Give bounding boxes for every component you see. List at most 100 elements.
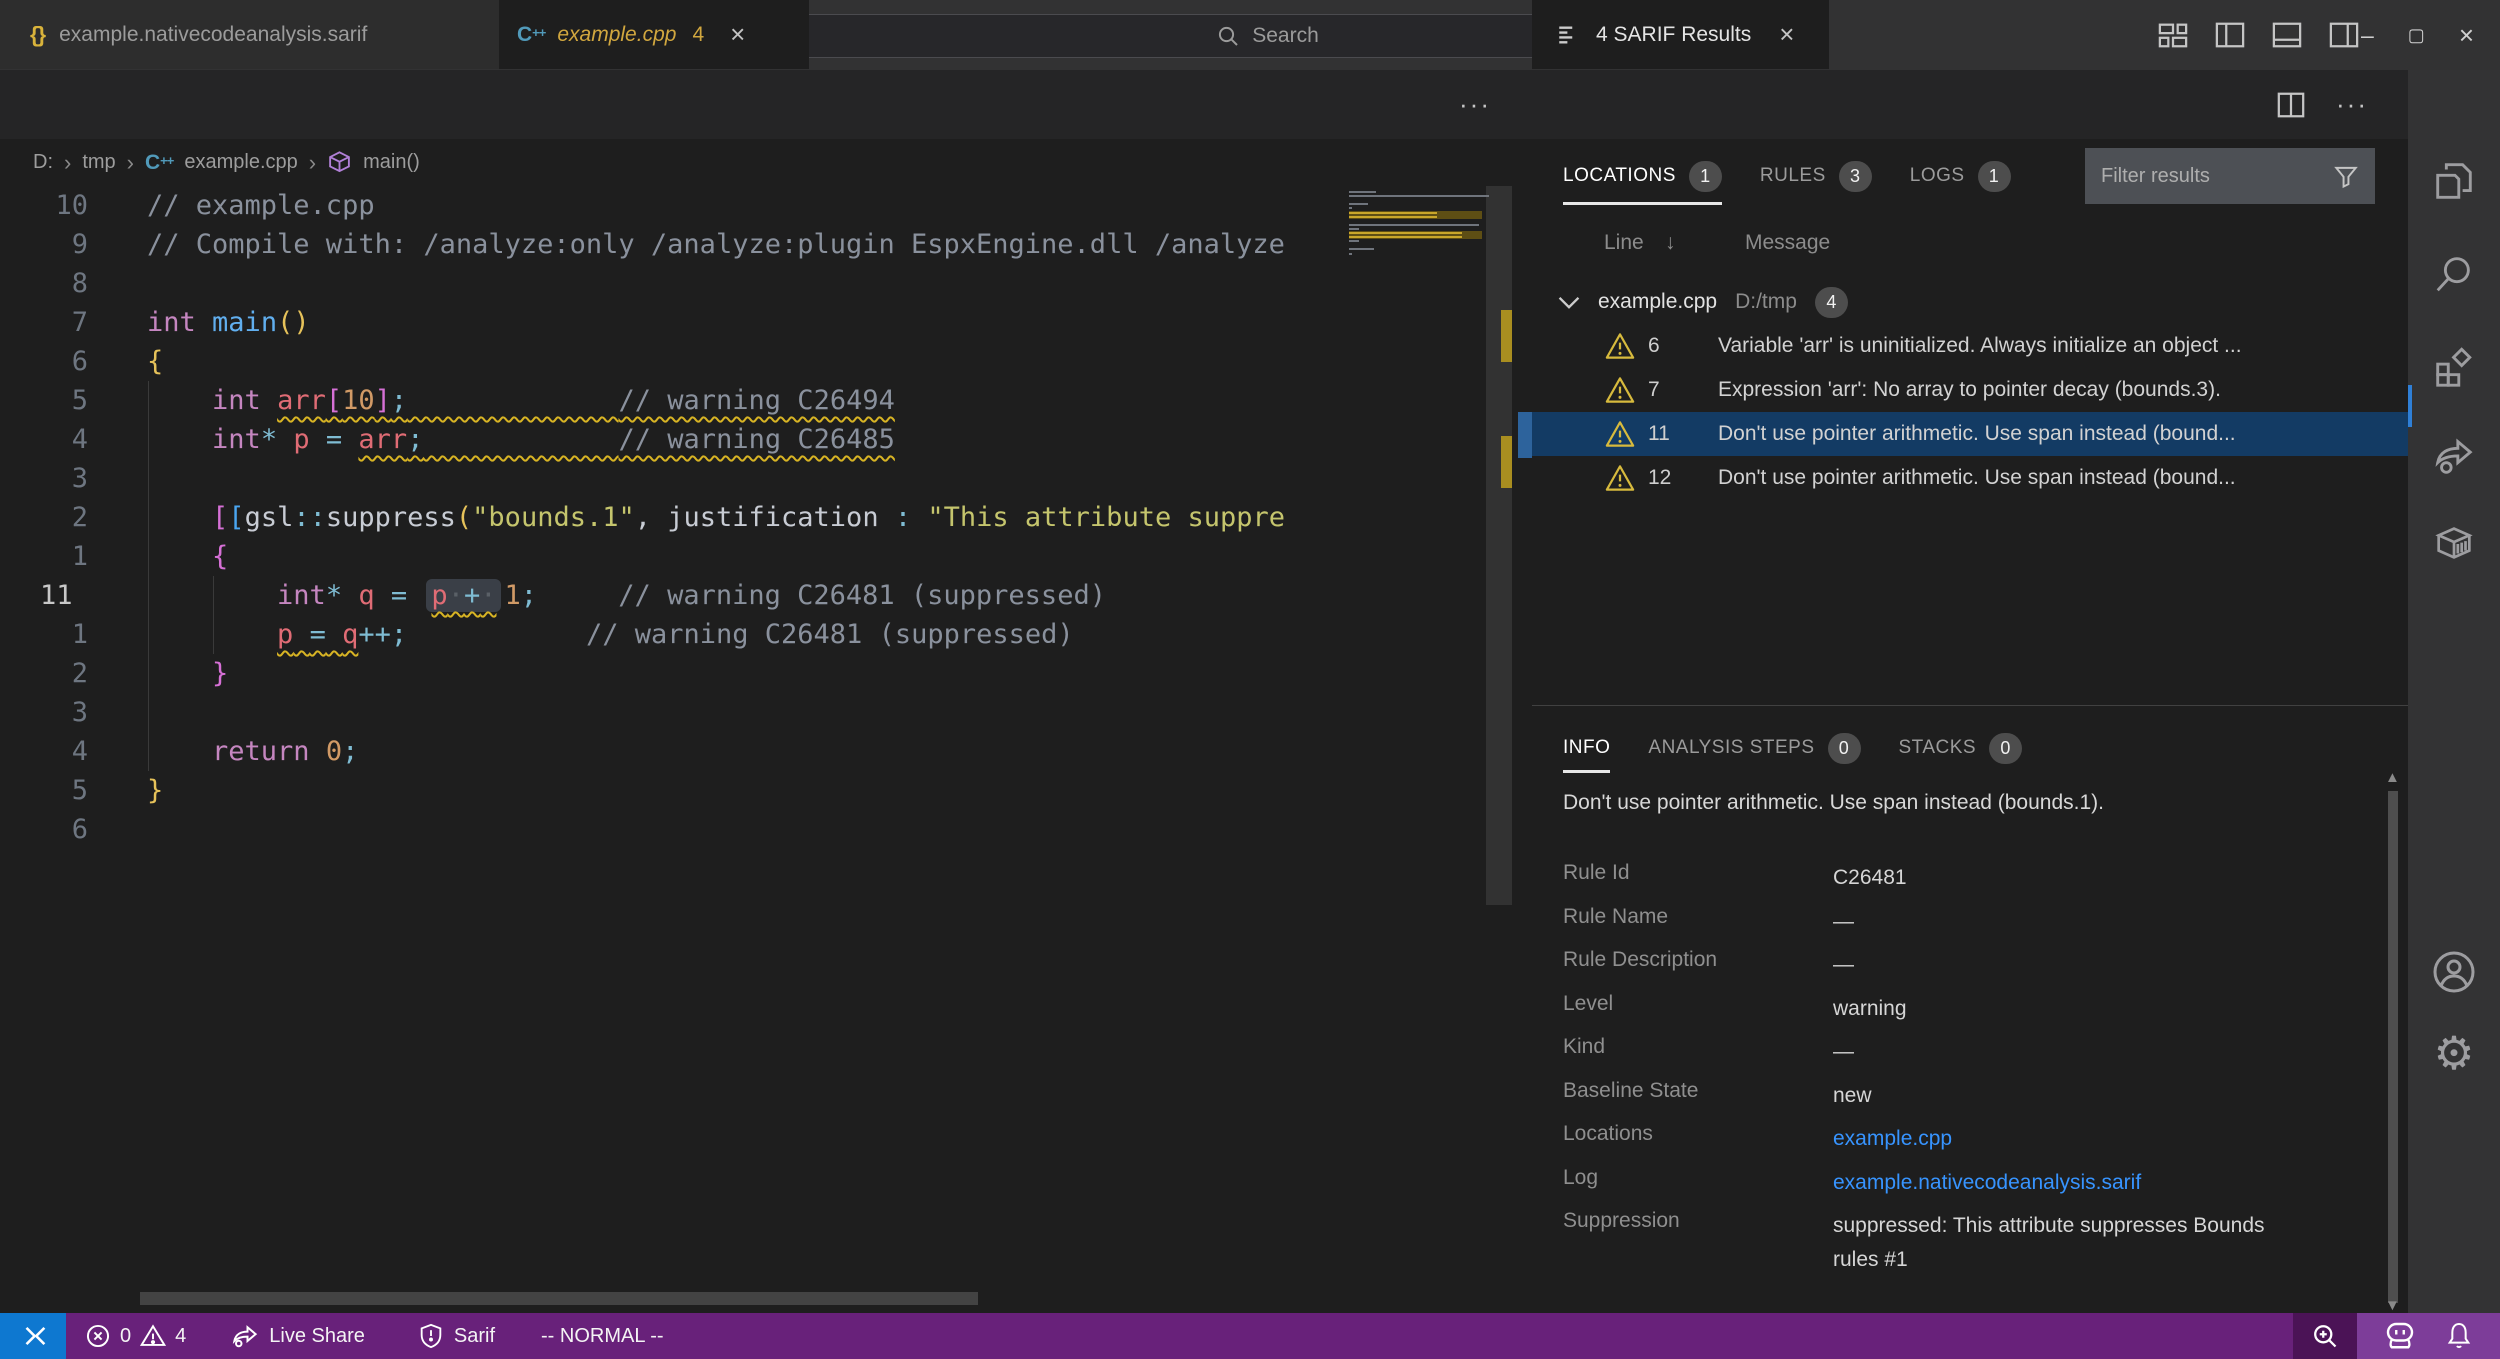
field-label: Baseline State — [1563, 1079, 1823, 1103]
result-row[interactable]: 11Don't use pointer arithmetic. Use span… — [1532, 412, 2408, 456]
line-number[interactable]: 2 — [0, 654, 88, 693]
line-number[interactable]: 4 — [0, 420, 88, 459]
column-line[interactable]: Line — [1604, 231, 1644, 255]
tab-sarif-results[interactable]: 4 SARIF Results × — [1532, 0, 1829, 69]
copilot-status-icon[interactable] — [2382, 1319, 2418, 1353]
search-placeholder: Search — [1252, 24, 1319, 48]
code-line[interactable]: 2 [[gsl::suppress("bounds.1", justificat… — [0, 498, 1345, 537]
live-share-status[interactable]: Live Share — [219, 1313, 376, 1359]
result-line: 7 — [1648, 378, 1718, 402]
line-number[interactable]: 8 — [0, 264, 88, 303]
more-actions-icon[interactable]: ··· — [2336, 89, 2368, 120]
code-line[interactable]: 5} — [0, 771, 1345, 810]
breadcrumb-item[interactable]: D: — [33, 151, 53, 174]
code-editor[interactable]: 10// example.cpp9// Compile with: /analy… — [0, 186, 1532, 1313]
notifications-bell-icon[interactable] — [2443, 1320, 2475, 1352]
code-line[interactable]: 1 p = q++; // warning C26481 (suppressed… — [0, 615, 1345, 654]
breadcrumb-item[interactable]: example.cpp — [184, 151, 297, 174]
code-line[interactable]: 6 — [0, 810, 1345, 849]
customize-layout-icon[interactable] — [2158, 20, 2188, 50]
vim-mode-status[interactable]: -- NORMAL -- — [530, 1313, 675, 1359]
line-number[interactable]: 1 — [0, 615, 88, 654]
line-number[interactable]: 3 — [0, 459, 88, 498]
line-number[interactable]: 9 — [0, 225, 88, 264]
search-icon[interactable] — [2431, 251, 2477, 297]
code-line[interactable]: 2 } — [0, 654, 1345, 693]
code-line[interactable]: 5 int arr[10]; // warning C26494 — [0, 381, 1345, 420]
line-number[interactable]: 2 — [0, 498, 88, 537]
vertical-scrollbar[interactable] — [1486, 186, 1512, 905]
line-number[interactable]: 1 — [0, 537, 88, 576]
extensions-icon[interactable] — [2431, 344, 2477, 390]
results-group-row[interactable]: example.cpp D:/tmp 4 — [1532, 280, 2408, 324]
tab-label: RULES — [1760, 165, 1826, 187]
horizontal-scrollbar[interactable] — [140, 1292, 978, 1305]
code-line[interactable]: 7int main() — [0, 303, 1345, 342]
remote-indicator[interactable] — [0, 1313, 66, 1359]
tab-rules[interactable]: RULES3 — [1760, 149, 1872, 203]
settings-gear-icon[interactable]: ⚙ — [2433, 1030, 2474, 1076]
breadcrumb-item[interactable]: main() — [363, 151, 420, 174]
code-line[interactable]: 10// example.cpp — [0, 186, 1345, 225]
breadcrumb-item[interactable]: tmp — [82, 151, 115, 174]
result-row[interactable]: 7Expression 'arr': No array to pointer d… — [1532, 368, 2408, 412]
line-number[interactable]: 11 — [0, 576, 128, 615]
chevron-down-icon[interactable] — [1558, 295, 1580, 310]
tab-sarif-file[interactable]: {} example.nativecodeanalysis.sarif — [0, 0, 529, 69]
result-row[interactable]: 6Variable 'arr' is uninitialized. Always… — [1532, 324, 2408, 368]
tab-label: example.nativecodeanalysis.sarif — [59, 23, 367, 47]
sarif-status[interactable]: Sarif — [406, 1313, 506, 1359]
code-line[interactable]: 3 — [0, 693, 1345, 732]
code-line[interactable]: 11 int* q = p·+·1; // warning C26481 (su… — [0, 576, 1345, 615]
tab-logs[interactable]: LOGS1 — [1910, 149, 2011, 203]
detail-tab-info[interactable]: INFO — [1563, 725, 1610, 771]
field-value-link[interactable]: example.nativecodeanalysis.sarif — [1833, 1166, 2273, 1200]
tab-close-icon[interactable]: × — [1779, 19, 1794, 50]
field-value: — — [1833, 1035, 2273, 1069]
line-number[interactable]: 5 — [0, 771, 88, 810]
explorer-icon[interactable] — [2431, 158, 2477, 204]
code-line[interactable]: 4 int* p = arr; // warning C26485 — [0, 420, 1345, 459]
tab-example-cpp[interactable]: C++ example.cpp 4 × — [499, 0, 809, 69]
line-number[interactable]: 5 — [0, 381, 88, 420]
code-line[interactable]: 4 return 0; — [0, 732, 1345, 771]
tab-label: LOCATIONS — [1563, 165, 1676, 187]
line-number[interactable]: 4 — [0, 732, 88, 771]
result-row[interactable]: 12Don't use pointer arithmetic. Use span… — [1532, 456, 2408, 500]
code-line[interactable]: 9// Compile with: /analyze:only /analyze… — [0, 225, 1345, 264]
panel-scrollbar[interactable] — [2388, 791, 2398, 1303]
zoom-status[interactable] — [2293, 1313, 2357, 1359]
problems-status[interactable]: 0 4 — [74, 1313, 197, 1359]
account-icon[interactable] — [2430, 948, 2478, 996]
live-share-icon[interactable] — [2431, 432, 2477, 478]
warning-count: 4 — [175, 1325, 186, 1348]
detail-tab-analysis-steps[interactable]: ANALYSIS STEPS0 — [1648, 725, 1860, 771]
tab-close-icon[interactable]: × — [730, 19, 745, 50]
line-number[interactable]: 10 — [0, 186, 88, 225]
filter-results-input[interactable]: Filter results — [2085, 148, 2375, 204]
code-line[interactable]: 1 { — [0, 537, 1345, 576]
editor-actions-more-icon[interactable]: ··· — [1445, 70, 1505, 139]
sarif-viewer-icon[interactable] — [2431, 520, 2477, 566]
code-line[interactable]: 6{ — [0, 342, 1345, 381]
minimap[interactable] — [1345, 190, 1486, 310]
tab-locations[interactable]: LOCATIONS1 — [1563, 149, 1722, 203]
toggle-sidebar-left-icon[interactable] — [2215, 20, 2245, 50]
line-number[interactable]: 3 — [0, 693, 88, 732]
code-line[interactable]: 3 — [0, 459, 1345, 498]
line-number[interactable]: 6 — [0, 810, 88, 849]
scroll-up-icon[interactable]: ▲ — [2385, 769, 2400, 786]
column-message[interactable]: Message — [1745, 231, 1830, 255]
scroll-down-icon[interactable]: ▼ — [2385, 1297, 2400, 1314]
toggle-panel-icon[interactable] — [2272, 20, 2302, 50]
code-lines: 10// example.cpp9// Compile with: /analy… — [0, 186, 1345, 1313]
field-value-link[interactable]: example.cpp — [1833, 1122, 2273, 1156]
window-minimize-icon[interactable]: – — [2361, 24, 2374, 47]
window-close-icon[interactable]: × — [2459, 22, 2474, 48]
split-editor-icon[interactable] — [2276, 90, 2306, 120]
detail-tab-stacks[interactable]: STACKS0 — [1899, 725, 2023, 771]
line-number[interactable]: 6 — [0, 342, 88, 381]
window-restore-icon[interactable]: ▢ — [2408, 26, 2425, 44]
code-line[interactable]: 8 — [0, 264, 1345, 303]
line-number[interactable]: 7 — [0, 303, 88, 342]
